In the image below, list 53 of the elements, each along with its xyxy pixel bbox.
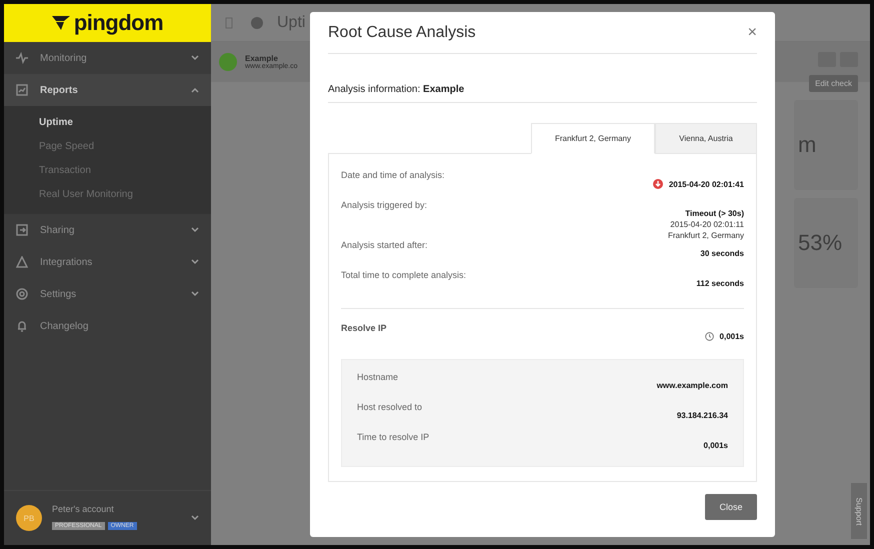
field-value: 2015-04-20 02:01:41 [668, 180, 744, 188]
pulse-icon [16, 52, 28, 64]
settings-icon [16, 288, 28, 300]
logo-icon [52, 16, 70, 30]
nav-subitem[interactable]: Page Speed [4, 134, 211, 158]
modal-title: Root Cause Analysis [328, 24, 476, 42]
field-value: Timeout (> 30s) [685, 209, 744, 218]
bell-icon [16, 320, 28, 332]
chart-icon [16, 84, 28, 96]
integrations-icon [16, 256, 28, 268]
check-name: Example [245, 54, 278, 63]
down-arrow-icon [652, 179, 663, 189]
location-tab[interactable]: Vienna, Austria [655, 123, 757, 154]
nav-item[interactable]: Sharing [4, 214, 211, 246]
account-name: Peter's account [52, 504, 115, 514]
avatar: PB [16, 505, 42, 531]
nav-subitem[interactable]: Uptime [4, 110, 211, 134]
logo-text: pingdom [74, 10, 164, 36]
chevron-icon [191, 515, 199, 521]
section-title: Resolve IP [341, 323, 387, 335]
analysis-info: Analysis information: Example [328, 54, 757, 103]
close-button[interactable]: Close [705, 494, 757, 520]
nav-subitem[interactable]: Transaction [4, 158, 211, 182]
field-label: Date and time of analysis: [341, 170, 445, 182]
share-icon [16, 224, 28, 236]
nav-item[interactable]: Settings [4, 278, 211, 310]
field-detail: 2015-04-20 02:01:11 [670, 220, 744, 229]
field-label: Time to resolve IP [357, 432, 430, 444]
field-detail: Frankfurt 2, Germany [668, 231, 744, 240]
nav-subitem[interactable]: Real User Monitoring [4, 182, 211, 206]
nav-item[interactable]: Changelog [4, 310, 211, 342]
field-value: 0,001s [704, 441, 728, 450]
field-value: 93.184.216.34 [676, 411, 728, 420]
field-label: Analysis started after: [341, 240, 428, 252]
nav-item[interactable]: Reports [4, 74, 211, 106]
edit-check-button[interactable]: Edit check [809, 75, 858, 92]
field-label: Total time to complete analysis: [341, 270, 466, 282]
status-dot [219, 53, 237, 71]
stat-card: 53% [794, 198, 858, 288]
support-tab[interactable]: Support [851, 483, 867, 539]
nav-item[interactable]: Integrations [4, 246, 211, 278]
clock-icon [704, 332, 714, 341]
field-label: Hostname [357, 372, 398, 384]
location-tab[interactable]: Frankfurt 2, Germany [531, 123, 655, 154]
field-value: 112 seconds [696, 279, 744, 288]
pingdom-logo[interactable]: pingdom [4, 4, 211, 42]
field-label: Analysis triggered by: [341, 200, 428, 212]
stat-card: m [794, 100, 858, 190]
nav-item[interactable]: Monitoring [4, 42, 211, 74]
duration: 0,001s [720, 332, 744, 341]
field-label: Host resolved to [357, 402, 422, 414]
field-value: 30 seconds [700, 249, 744, 258]
field-value: www.example.com [656, 381, 728, 390]
